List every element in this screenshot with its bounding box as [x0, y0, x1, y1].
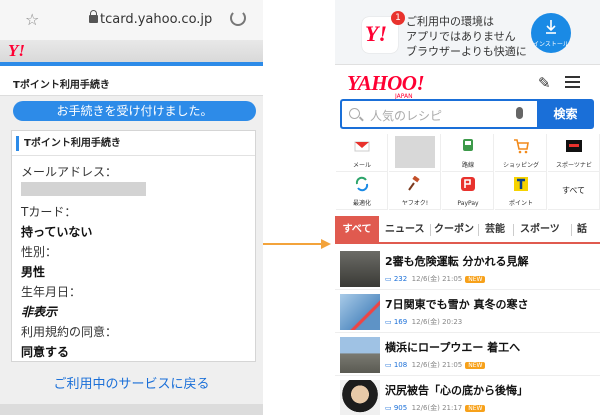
- new-badge: NEW: [465, 362, 486, 369]
- app-icon-logo: Y!: [365, 21, 387, 46]
- search-button[interactable]: 検索: [537, 99, 594, 129]
- news-tab-bar: すべて ニュース クーポン 芸能 スポーツ 話: [335, 216, 600, 244]
- news-meta: ▭ 232 12/6(金) 21:05 NEW: [385, 274, 486, 284]
- service-auction[interactable]: ヤフオク!: [389, 172, 441, 210]
- news-item[interactable]: 横浜にロープウエー 着工へ ▭ 108 12/6(金) 21:05 NEW: [335, 335, 600, 376]
- lock-icon: [89, 10, 98, 23]
- field-label-gender: 性別：: [21, 245, 58, 259]
- field-label-birthday: 生年月日：: [21, 285, 82, 299]
- banner-line-3: ブラウザーよりも快適に: [406, 45, 527, 58]
- procedure-summary-card: Tポイント利用手続き メールアドレス： Tカード： 持っていない 性別： 男性 …: [11, 130, 256, 362]
- service-sportsnavi[interactable]: スポーツナビ: [548, 134, 600, 172]
- tab-separator: [571, 224, 572, 236]
- new-badge: NEW: [465, 405, 486, 412]
- field-value-terms: 同意する: [21, 345, 70, 359]
- auction-icon: [408, 176, 420, 191]
- banner-line-2: アプリではありません: [406, 30, 516, 43]
- page-footer: [0, 404, 263, 415]
- tpoint-icon: [514, 177, 528, 191]
- paypay-icon: [461, 177, 475, 191]
- comment-count-icon: ▭: [385, 275, 394, 283]
- tab-separator: [430, 224, 431, 236]
- bookmark-star-icon[interactable]: ☆: [25, 10, 39, 29]
- divider: [12, 155, 255, 156]
- transition-arrow-head: [321, 239, 331, 249]
- tab-news[interactable]: ニュース: [385, 216, 425, 244]
- microphone-icon[interactable]: [516, 107, 523, 119]
- tab-coupon[interactable]: クーポン: [434, 216, 474, 244]
- news-thumbnail: [340, 380, 380, 415]
- url-text[interactable]: tcard.yahoo.co.jp: [100, 12, 212, 27]
- news-meta: ▭ 905 12/6(金) 21:17 NEW: [385, 403, 486, 413]
- tab-sports[interactable]: スポーツ: [520, 216, 560, 244]
- tab-separator: [478, 224, 479, 236]
- service-grid: メール 路線 ショッピング スポーツナビ 最適化 ヤフオク! PayPay ポイ…: [335, 134, 600, 210]
- transition-arrow-line: [263, 243, 325, 245]
- mail-icon: [354, 141, 370, 152]
- cart-icon: [514, 139, 529, 154]
- card-title: Tポイント利用手続き: [16, 136, 252, 151]
- field-label-email: メールアドレス：: [21, 165, 118, 179]
- right-phone-screen: Y! 1 ご利用中の環境は アプリではありません ブラウザーよりも快適に インス…: [335, 0, 600, 415]
- news-item[interactable]: 沢尻被告「心の底から後悔」 ▭ 905 12/6(金) 21:17 NEW: [335, 378, 600, 415]
- train-icon: [463, 139, 473, 151]
- field-value-birthday: 非表示: [21, 305, 58, 319]
- install-label: インストール: [533, 41, 569, 48]
- service-tpoint[interactable]: ポイント: [495, 172, 547, 210]
- comment-count-icon: ▭: [385, 361, 394, 369]
- notification-badge: 1: [391, 11, 405, 25]
- field-value-tcard: 持っていない: [21, 225, 93, 239]
- page-title: Tポイント利用手続き: [13, 80, 110, 91]
- service-placeholder[interactable]: [389, 134, 441, 172]
- service-optimize[interactable]: 最適化: [336, 172, 388, 210]
- service-all[interactable]: すべて: [548, 172, 600, 210]
- news-title: 2審も危険運転 分かれる見解: [385, 255, 529, 268]
- news-meta: ▭ 169 12/6(金) 20:23: [385, 318, 463, 326]
- comment-count-icon: ▭: [385, 404, 394, 412]
- service-shopping[interactable]: ショッピング: [495, 134, 547, 172]
- news-title: 沢尻被告「心の底から後悔」: [385, 384, 528, 397]
- field-label-tcard: Tカード：: [21, 205, 77, 219]
- comment-count-icon: ▭: [385, 318, 394, 326]
- news-title: 横浜にロープウエー 着工へ: [385, 341, 521, 354]
- news-thumbnail: [340, 337, 380, 373]
- download-icon: [546, 20, 556, 34]
- left-phone-screen: ☆ tcard.yahoo.co.jp Y! Tポイント利用手続き お手続きを受…: [0, 0, 263, 415]
- banner-line-1: ご利用中の環境は: [406, 15, 494, 28]
- success-notice: お手続きを受け付けました。: [13, 101, 256, 121]
- news-item[interactable]: 2審も危険運転 分かれる見解 ▭ 232 12/6(金) 21:05 NEW: [335, 249, 600, 290]
- news-meta: ▭ 108 12/6(金) 21:05 NEW: [385, 360, 486, 370]
- search-input[interactable]: 人気のレシピ: [340, 99, 537, 129]
- sportsnavi-icon: [566, 140, 582, 152]
- news-thumbnail: [340, 251, 380, 287]
- back-to-service-link[interactable]: ご利用中のサービスに戻る: [0, 373, 263, 392]
- search-icon: [349, 108, 360, 119]
- install-button[interactable]: インストール: [531, 13, 571, 53]
- search-placeholder: 人気のレシピ: [370, 109, 443, 123]
- tab-more[interactable]: 話: [577, 216, 587, 244]
- optimize-icon: [355, 176, 369, 192]
- masked-email-value: [21, 182, 146, 196]
- tab-entertainment[interactable]: 芸能: [485, 216, 505, 244]
- field-label-terms: 利用規約の同意：: [21, 325, 118, 339]
- news-thumbnail: [340, 294, 380, 330]
- new-badge: NEW: [465, 276, 486, 283]
- placeholder-tile: [395, 136, 435, 168]
- news-title: 7日関東でも雪か 真冬の寒さ: [385, 298, 529, 311]
- service-paypay[interactable]: PayPay: [442, 172, 494, 210]
- browser-url-bar[interactable]: ☆ tcard.yahoo.co.jp: [0, 0, 263, 40]
- service-mail[interactable]: メール: [336, 134, 388, 172]
- hamburger-menu-icon[interactable]: [565, 76, 580, 88]
- page-header: Tポイント利用手続き: [0, 66, 263, 96]
- yahoo-logo[interactable]: Y!: [8, 41, 25, 61]
- field-value-gender: 男性: [21, 265, 46, 279]
- tab-all[interactable]: すべて: [335, 216, 379, 244]
- yahoo-header-bar: Y!: [0, 40, 263, 62]
- app-install-banner: Y! 1 ご利用中の環境は アプリではありません ブラウザーよりも快適に インス…: [335, 0, 600, 65]
- news-item[interactable]: 7日関東でも雪か 真冬の寒さ ▭ 169 12/6(金) 20:23: [335, 292, 600, 333]
- reload-icon[interactable]: [230, 10, 246, 26]
- service-route[interactable]: 路線: [442, 134, 494, 172]
- tab-separator: [513, 224, 514, 236]
- magic-wand-icon[interactable]: ✎: [538, 74, 551, 92]
